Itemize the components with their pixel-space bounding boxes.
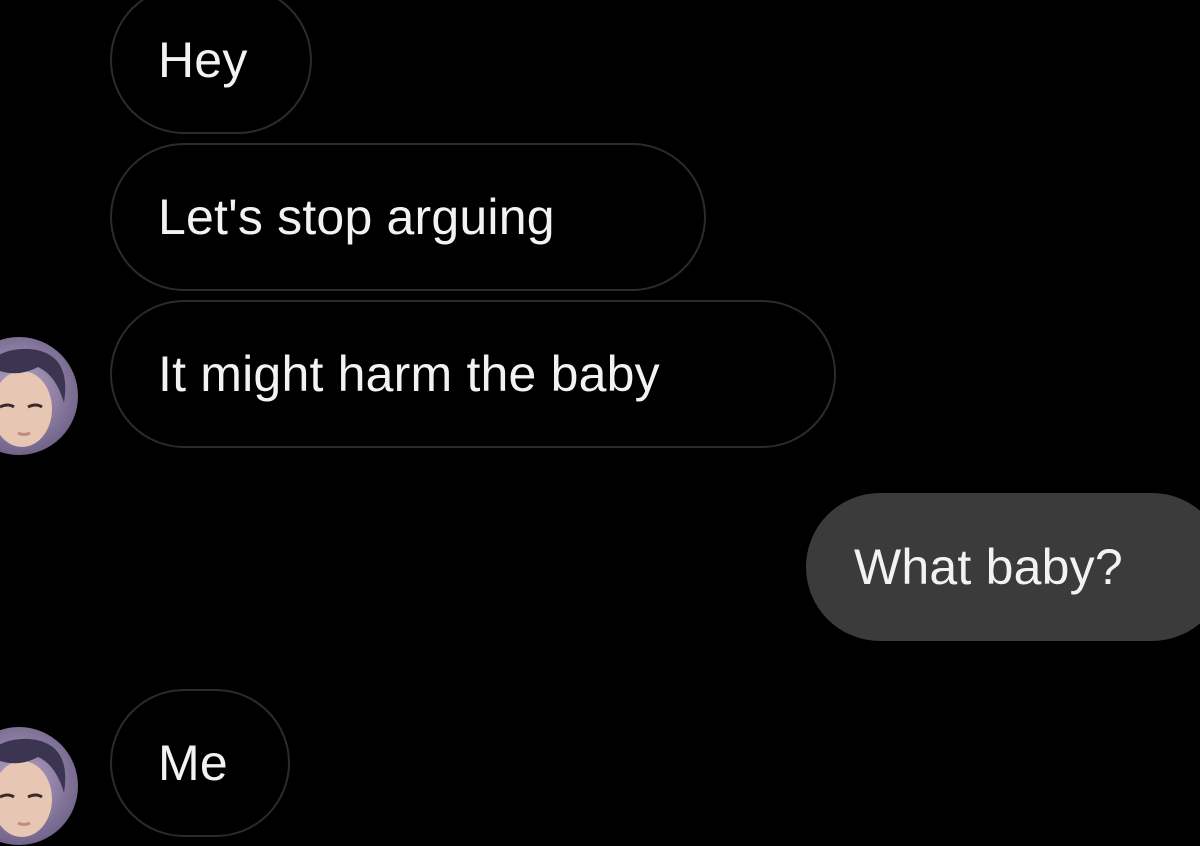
- message-text: Me: [158, 735, 228, 791]
- message-text: It might harm the baby: [158, 346, 660, 402]
- message-text: Hey: [158, 32, 248, 88]
- message-bubble-outgoing[interactable]: What baby?: [806, 493, 1200, 641]
- message-text: What baby?: [854, 539, 1123, 595]
- contact-avatar-icon: [0, 337, 78, 455]
- message-bubble-incoming[interactable]: It might harm the baby: [110, 300, 836, 448]
- message-text: Let's stop arguing: [158, 189, 555, 245]
- contact-avatar[interactable]: [0, 727, 78, 845]
- contact-avatar-icon: [0, 727, 78, 845]
- message-bubble-incoming[interactable]: Hey: [110, 0, 312, 134]
- message-bubble-incoming[interactable]: Me: [110, 689, 290, 837]
- contact-avatar[interactable]: [0, 337, 78, 455]
- message-bubble-incoming[interactable]: Let's stop arguing: [110, 143, 706, 291]
